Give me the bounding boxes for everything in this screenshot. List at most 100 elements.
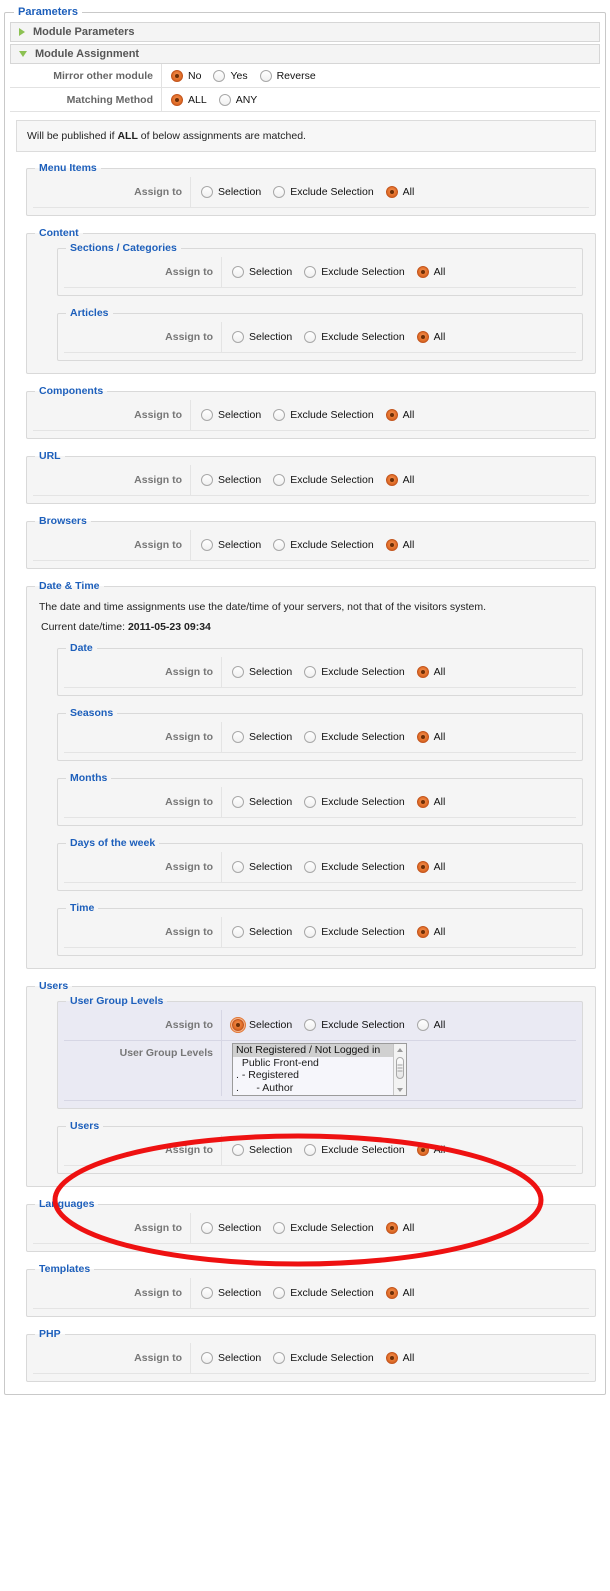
radio-exclude-selection[interactable]: Exclude Selection	[304, 796, 404, 808]
listbox-option[interactable]: Public Front-end	[233, 1057, 406, 1070]
radio-label: Exclude Selection	[321, 666, 404, 678]
radio-label: All	[403, 186, 415, 198]
radio-selection[interactable]: Selection	[201, 1352, 261, 1364]
radio-indicator	[304, 731, 316, 743]
panel-header-module-parameters[interactable]: Module Parameters	[10, 22, 600, 42]
radio-label: Selection	[249, 1144, 292, 1156]
radio-indicator	[232, 1019, 244, 1031]
radio-mirror-yes[interactable]: Yes	[213, 70, 247, 82]
radio-selection[interactable]: Selection	[201, 409, 261, 421]
radio-selection[interactable]: Selection	[201, 474, 261, 486]
radio-all[interactable]: All	[417, 331, 446, 343]
radio-exclude-selection[interactable]: Exclude Selection	[304, 266, 404, 278]
scroll-down-icon[interactable]	[395, 1084, 406, 1095]
radio-all[interactable]: All	[417, 731, 446, 743]
module-assignment-page: Parameters Module Parameters Module Assi…	[0, 6, 610, 1591]
radio-indicator	[386, 474, 398, 486]
radio-group-sections-categories: Selection Exclude Selection All	[232, 266, 445, 278]
radio-indicator	[232, 861, 244, 873]
radio-indicator	[417, 331, 429, 343]
users-group-fieldset: Users User Group Levels Assign to Select…	[26, 980, 596, 1187]
time-fieldset: Time Assign to Selection Exclude Selecti…	[57, 902, 583, 956]
radio-selection[interactable]: Selection	[232, 861, 292, 873]
radio-matching-any[interactable]: ANY	[219, 94, 258, 106]
radio-exclude-selection[interactable]: Exclude Selection	[304, 1144, 404, 1156]
radio-all[interactable]: All	[417, 1019, 446, 1031]
listbox-scrollbar[interactable]	[393, 1044, 406, 1095]
user-group-levels-listbox[interactable]: Not Registered / Not Logged in Public Fr…	[232, 1043, 407, 1096]
radio-selection[interactable]: Selection	[232, 266, 292, 278]
radio-all[interactable]: All	[386, 1287, 415, 1299]
radio-selection[interactable]: Selection	[232, 796, 292, 808]
assign-to-label: Assign to	[33, 1343, 191, 1373]
listbox-option[interactable]: . - Author	[233, 1082, 406, 1095]
radio-mirror-reverse[interactable]: Reverse	[260, 70, 316, 82]
assign-to-label: Assign to	[64, 787, 222, 817]
listbox-option[interactable]: Not Registered / Not Logged in	[233, 1044, 406, 1057]
radio-all[interactable]: All	[386, 186, 415, 198]
radio-all[interactable]: All	[386, 1352, 415, 1364]
radio-selection[interactable]: Selection	[232, 666, 292, 678]
templates-fieldset: Templates Assign to Selection Exclude Se…	[26, 1263, 596, 1317]
radio-selection[interactable]: Selection	[232, 926, 292, 938]
radio-exclude-selection[interactable]: Exclude Selection	[273, 1222, 373, 1234]
radio-exclude-selection[interactable]: Exclude Selection	[304, 1019, 404, 1031]
listbox-option[interactable]: . - Registered	[233, 1069, 406, 1082]
radio-label: Exclude Selection	[321, 266, 404, 278]
scrollbar-thumb[interactable]	[396, 1057, 404, 1079]
radio-label: Selection	[249, 666, 292, 678]
radio-exclude-selection[interactable]: Exclude Selection	[304, 731, 404, 743]
radio-all[interactable]: All	[417, 1144, 446, 1156]
radio-all[interactable]: All	[417, 666, 446, 678]
radio-all[interactable]: All	[417, 266, 446, 278]
radio-selection[interactable]: Selection	[201, 186, 261, 198]
radio-indicator	[232, 796, 244, 808]
label-mirror-other-module: Mirror other module	[10, 64, 162, 87]
assign-to-label: Assign to	[64, 1135, 222, 1165]
radio-all[interactable]: All	[386, 474, 415, 486]
radio-selection[interactable]: Selection	[201, 1222, 261, 1234]
assign-row-sections-categories: Assign to Selection Exclude Selection Al…	[64, 257, 576, 288]
radio-label: All	[403, 1222, 415, 1234]
radio-all[interactable]: All	[417, 926, 446, 938]
radio-label: Exclude Selection	[321, 796, 404, 808]
users-group-legend: Users	[35, 980, 72, 992]
radio-indicator	[232, 926, 244, 938]
radio-exclude-selection[interactable]: Exclude Selection	[304, 331, 404, 343]
radio-all[interactable]: All	[386, 409, 415, 421]
radio-label: No	[188, 70, 201, 82]
radio-exclude-selection[interactable]: Exclude Selection	[304, 926, 404, 938]
radio-exclude-selection[interactable]: Exclude Selection	[273, 539, 373, 551]
radio-group-articles: Selection Exclude Selection All	[232, 331, 445, 343]
radio-matching-all[interactable]: ALL	[171, 94, 207, 106]
radio-exclude-selection[interactable]: Exclude Selection	[273, 186, 373, 198]
radio-selection[interactable]: Selection	[201, 1287, 261, 1299]
radio-selection[interactable]: Selection	[232, 331, 292, 343]
assign-row-components: Assign to Selection Exclude Selection Al…	[33, 400, 589, 431]
content-fieldset: Content Sections / Categories Assign to …	[26, 227, 596, 374]
radio-selection[interactable]: Selection	[232, 731, 292, 743]
radio-exclude-selection[interactable]: Exclude Selection	[273, 1287, 373, 1299]
radio-selection[interactable]: Selection	[232, 1144, 292, 1156]
radio-mirror-no[interactable]: No	[171, 70, 201, 82]
radio-all[interactable]: All	[386, 1222, 415, 1234]
languages-fieldset: Languages Assign to Selection Exclude Se…	[26, 1198, 596, 1252]
panel-header-module-assignment[interactable]: Module Assignment	[10, 44, 600, 64]
radio-all[interactable]: All	[417, 861, 446, 873]
radio-all[interactable]: All	[386, 539, 415, 551]
scrollbar-track[interactable]	[394, 1055, 406, 1084]
radio-label: All	[403, 474, 415, 486]
radio-exclude-selection[interactable]: Exclude Selection	[273, 409, 373, 421]
scroll-up-icon[interactable]	[395, 1044, 406, 1055]
radio-indicator	[417, 266, 429, 278]
radio-exclude-selection[interactable]: Exclude Selection	[304, 666, 404, 678]
radio-exclude-selection[interactable]: Exclude Selection	[273, 474, 373, 486]
assign-row-languages: Assign to Selection Exclude Selection Al…	[33, 1213, 589, 1244]
radio-exclude-selection[interactable]: Exclude Selection	[273, 1352, 373, 1364]
radio-selection[interactable]: Selection	[232, 1019, 292, 1031]
radio-exclude-selection[interactable]: Exclude Selection	[304, 861, 404, 873]
user-group-levels-legend: User Group Levels	[66, 995, 167, 1007]
radio-label: All	[434, 1144, 446, 1156]
radio-all[interactable]: All	[417, 796, 446, 808]
radio-selection[interactable]: Selection	[201, 539, 261, 551]
